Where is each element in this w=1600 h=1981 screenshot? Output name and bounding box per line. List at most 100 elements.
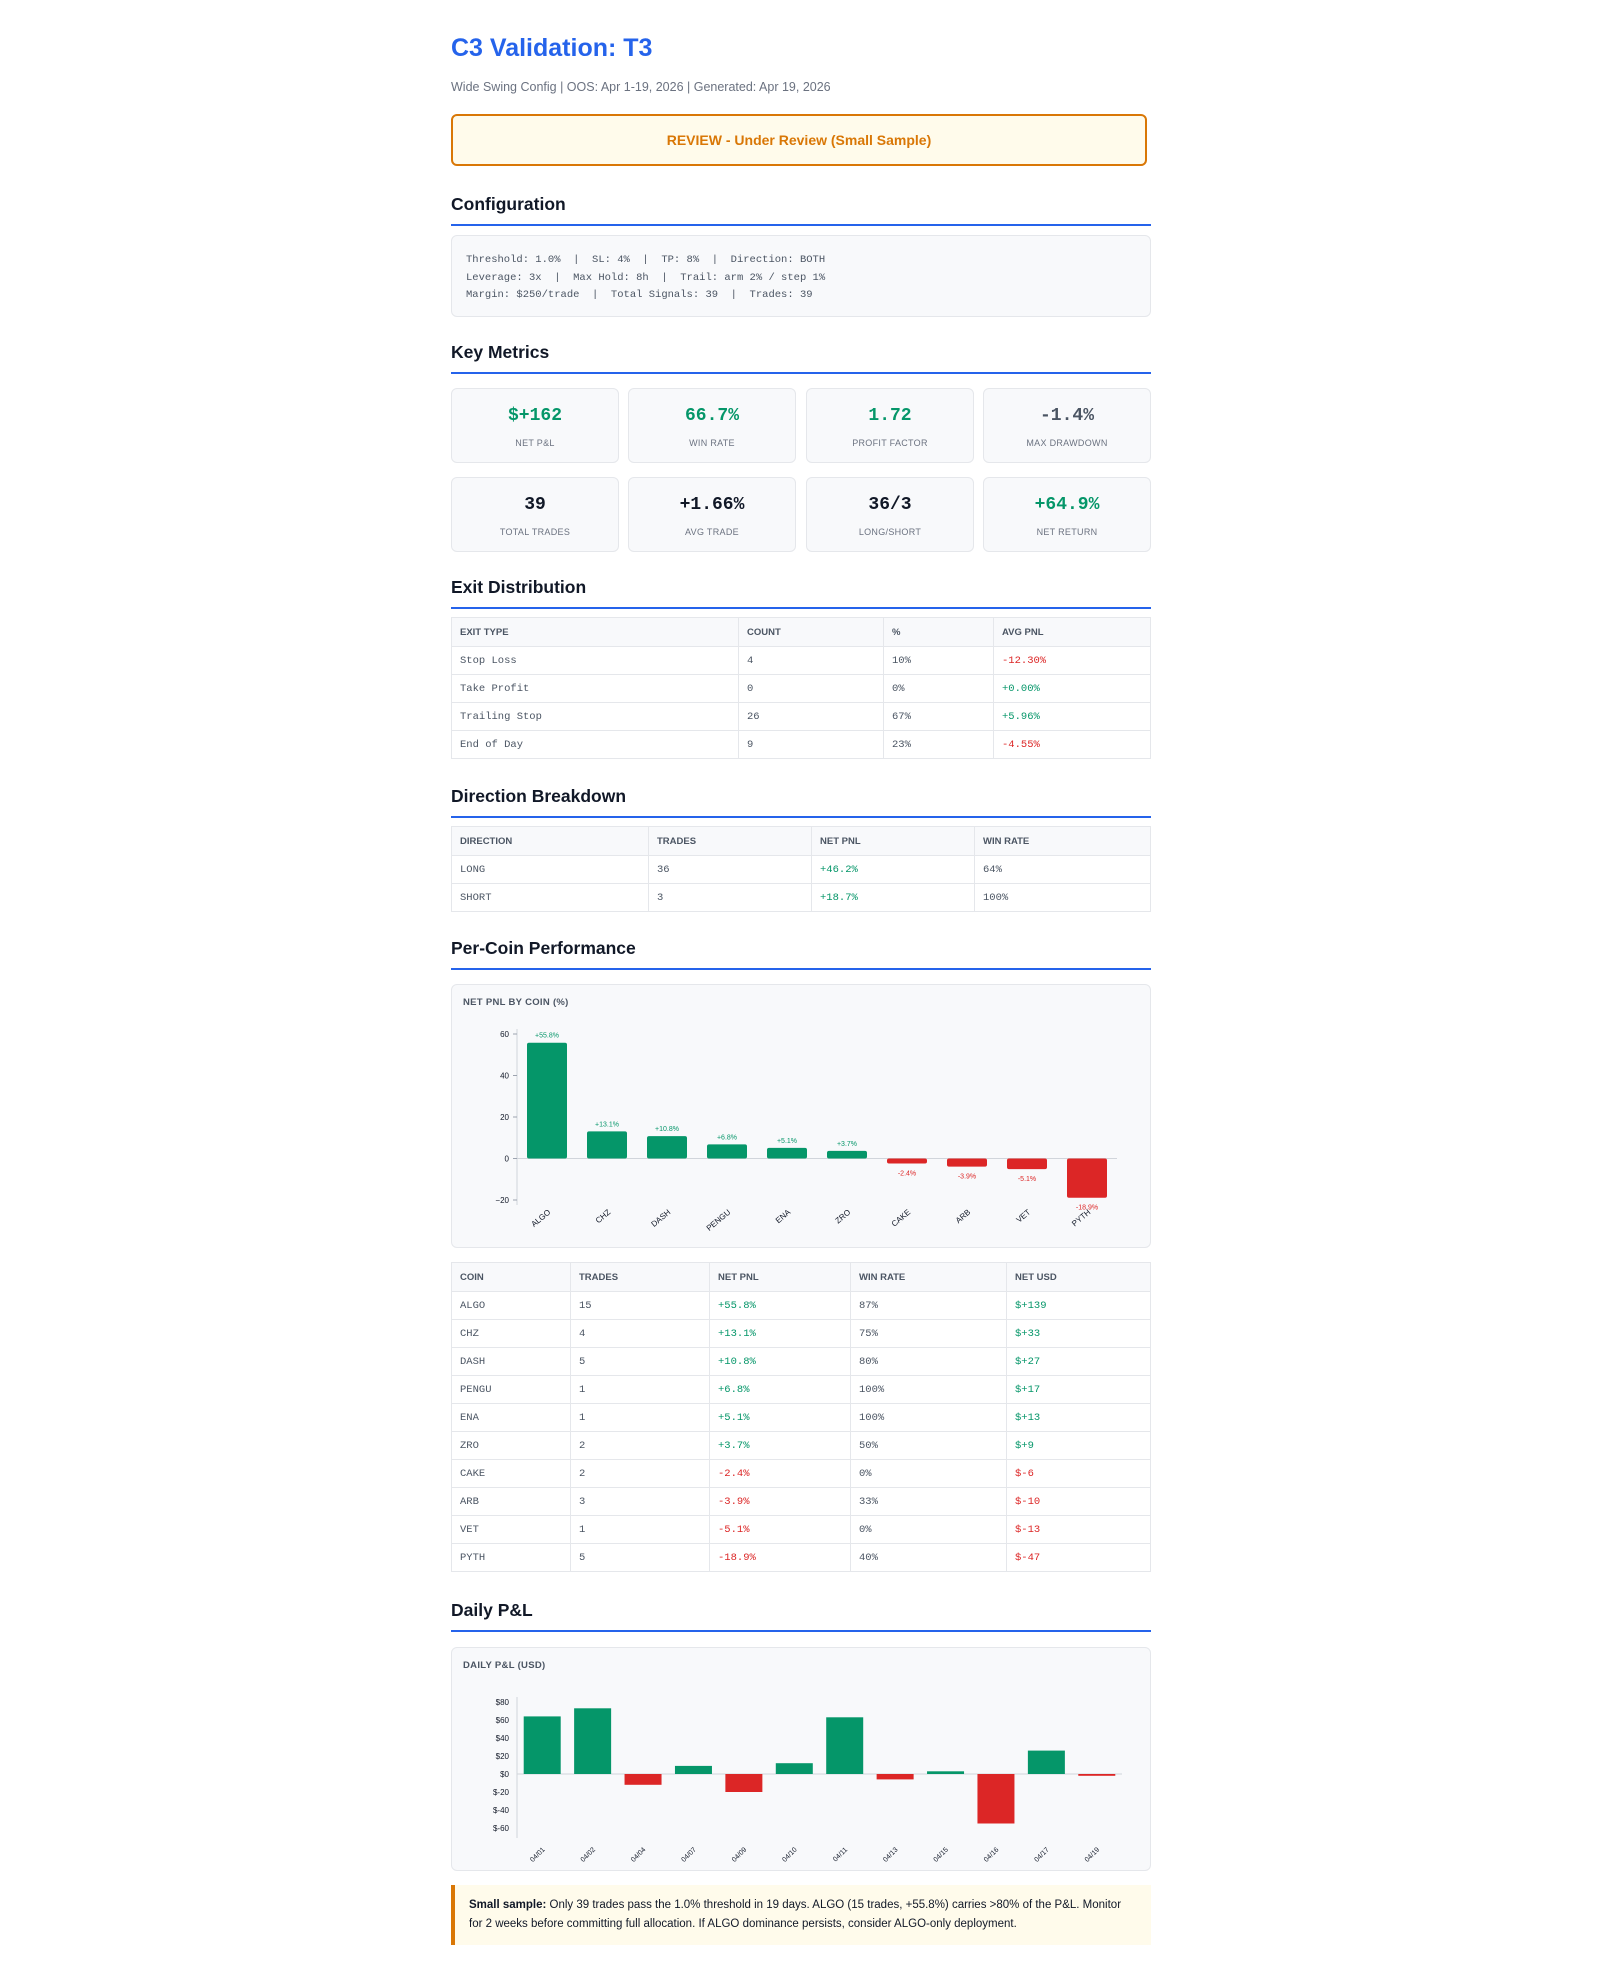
table-cell: +13.1%: [709, 1319, 851, 1348]
bar-ena: [767, 1147, 807, 1159]
y-tick-label: $20: [496, 1752, 510, 1761]
table-cell: 50%: [850, 1431, 1007, 1460]
bar-04-01: [523, 1716, 561, 1774]
per-coin-table: COIN TRADES NET PNL WIN RATE NET USD ALG…: [451, 1262, 1151, 1572]
note-bold-label: Small sample:: [469, 1899, 547, 1911]
metric-card-total-trades: 39 TOTAL TRADES: [451, 477, 619, 552]
data-label: +6.8%: [717, 1134, 737, 1141]
column-header: DIRECTION: [451, 826, 649, 856]
daily-pnl-chart-card: DAILY P&L (USD) $80 $60 $40 $20 $0 $-20 $-40 $-…: [451, 1647, 1151, 1871]
table-cell: +5.96%: [993, 702, 1151, 731]
x-tick-label: 04/04: [630, 1846, 647, 1863]
table-header-row: EXIT TYPE COUNT % AVG PNL: [451, 617, 1151, 647]
table-cell: +18.7%: [811, 883, 975, 912]
table-cell: LONG: [451, 855, 649, 884]
bar-dash: [647, 1136, 687, 1159]
metric-card-net-return: +64.9% NET RETURN: [983, 477, 1151, 552]
coin-table-body: ALGO 15 +55.8% 87% $+139 CHZ 4 +13.1% 75% $+33 DAS…: [451, 1291, 1151, 1572]
section-title-direction-breakdown: Direction Breakdown: [451, 786, 1151, 818]
table-cell: -4.55%: [993, 730, 1151, 759]
column-header: TRADES: [570, 1262, 710, 1292]
x-tick-label: CHZ: [594, 1208, 612, 1226]
section-title-exit-distribution: Exit Distribution: [451, 577, 1151, 609]
coin-table-row: VET 1 -5.1% 0% $-13: [451, 1515, 1151, 1544]
x-tick-label: 04/17: [1033, 1846, 1050, 1863]
x-tick-label: 04/15: [933, 1846, 950, 1863]
coin-pnl-chart-card: NET PNL BY COIN (%) 60 40 20 0 −20 +55.8% ALGO…: [451, 984, 1151, 1248]
table-cell: PENGU: [451, 1375, 571, 1404]
data-label: -2.4%: [898, 1170, 916, 1177]
table-cell: 100%: [974, 883, 1151, 912]
table-cell: ENA: [451, 1403, 571, 1432]
y-tick-label: $40: [496, 1734, 510, 1743]
table-cell: 1: [570, 1403, 710, 1432]
direction-table-row: SHORT 3 +18.7% 100%: [451, 883, 1151, 912]
table-cell: 40%: [850, 1543, 1007, 1572]
column-header: WIN RATE: [974, 826, 1151, 856]
x-tick-label: 04/10: [781, 1846, 798, 1863]
table-cell: SHORT: [451, 883, 649, 912]
table-cell: 87%: [850, 1291, 1007, 1320]
metric-value: +1.66%: [679, 495, 745, 515]
y-tick-label: 60: [500, 1030, 509, 1039]
x-tick-label: 04/16: [983, 1846, 1000, 1863]
table-cell: CAKE: [451, 1459, 571, 1488]
table-cell: -3.9%: [709, 1487, 851, 1516]
x-tick-label: ARB: [954, 1208, 972, 1225]
metric-card-avg-trade: +1.66% AVG TRADE: [628, 477, 796, 552]
x-tick-label: 04/02: [580, 1846, 597, 1863]
y-tick-label: 0: [505, 1155, 510, 1164]
metric-label: NET P&L: [515, 438, 555, 448]
bar-04-02: [574, 1708, 612, 1774]
table-cell: 3: [570, 1487, 710, 1516]
direction-table-row: LONG 36 +46.2% 64%: [451, 855, 1151, 884]
section-title-daily-pnl: Daily P&L: [451, 1600, 1151, 1632]
table-cell: $-10: [1006, 1487, 1151, 1516]
table-cell: 33%: [850, 1487, 1007, 1516]
bar-vet: [1007, 1158, 1047, 1170]
table-cell: $+27: [1006, 1347, 1151, 1376]
metric-label: WIN RATE: [689, 438, 735, 448]
coin-table-row: CHZ 4 +13.1% 75% $+33: [451, 1319, 1151, 1348]
table-cell: $+9: [1006, 1431, 1151, 1460]
metric-value: -1.4%: [1039, 406, 1094, 426]
metric-value: +64.9%: [1034, 495, 1100, 515]
column-header: COIN: [451, 1262, 571, 1292]
table-cell: +3.7%: [709, 1431, 851, 1460]
x-tick-label: 04/09: [731, 1846, 748, 1863]
bar-zro: [827, 1150, 867, 1159]
coin-table-row: PENGU 1 +6.8% 100% $+17: [451, 1375, 1151, 1404]
exit-table-row: End of Day 9 23% -4.55%: [451, 730, 1151, 759]
table-cell: -18.9%: [709, 1543, 851, 1572]
table-cell: 23%: [883, 730, 994, 759]
table-cell: 3: [648, 883, 812, 912]
coin-table-row: CAKE 2 -2.4% 0% $-6: [451, 1459, 1151, 1488]
y-tick-label: $-20: [493, 1788, 510, 1797]
coin-table-row: ZRO 2 +3.7% 50% $+9: [451, 1431, 1151, 1460]
x-tick-label: 04/11: [832, 1846, 849, 1863]
table-cell: ZRO: [451, 1431, 571, 1460]
x-tick-label: VET: [1015, 1208, 1033, 1225]
metric-label: TOTAL TRADES: [499, 527, 571, 537]
table-cell: 0: [738, 674, 884, 703]
table-cell: 26: [738, 702, 884, 731]
config-line: Threshold: 1.0% | SL: 4% | TP: 8% | Dire…: [466, 254, 826, 266]
y-tick-label: 40: [500, 1072, 509, 1081]
metric-value: 66.7%: [684, 406, 739, 426]
table-cell: 4: [738, 646, 884, 675]
table-cell: -12.30%: [993, 646, 1151, 675]
coin-table-row: ALGO 15 +55.8% 87% $+139: [451, 1291, 1151, 1320]
bar-04-07: [674, 1765, 712, 1774]
table-cell: -2.4%: [709, 1459, 851, 1488]
direction-breakdown-table: DIRECTION TRADES NET PNL WIN RATE LONG 36…: [451, 826, 1151, 912]
table-cell: ALGO: [451, 1291, 571, 1320]
x-tick-label: PENGU: [705, 1207, 733, 1232]
exit-distribution-table: EXIT TYPE COUNT % AVG PNL Stop Loss 4 10% -…: [451, 617, 1151, 759]
x-tick-label: ZRO: [834, 1208, 853, 1226]
metric-card-max-drawdown: -1.4% MAX DRAWDOWN: [983, 388, 1151, 463]
table-cell: 75%: [850, 1319, 1007, 1348]
exit-table-body: Stop Loss 4 10% -12.30% Take Profit 0 0% +0.00%…: [451, 646, 1151, 759]
bar-04-04: [624, 1774, 662, 1785]
table-cell: +0.00%: [993, 674, 1151, 703]
bar-04-10: [775, 1763, 813, 1774]
